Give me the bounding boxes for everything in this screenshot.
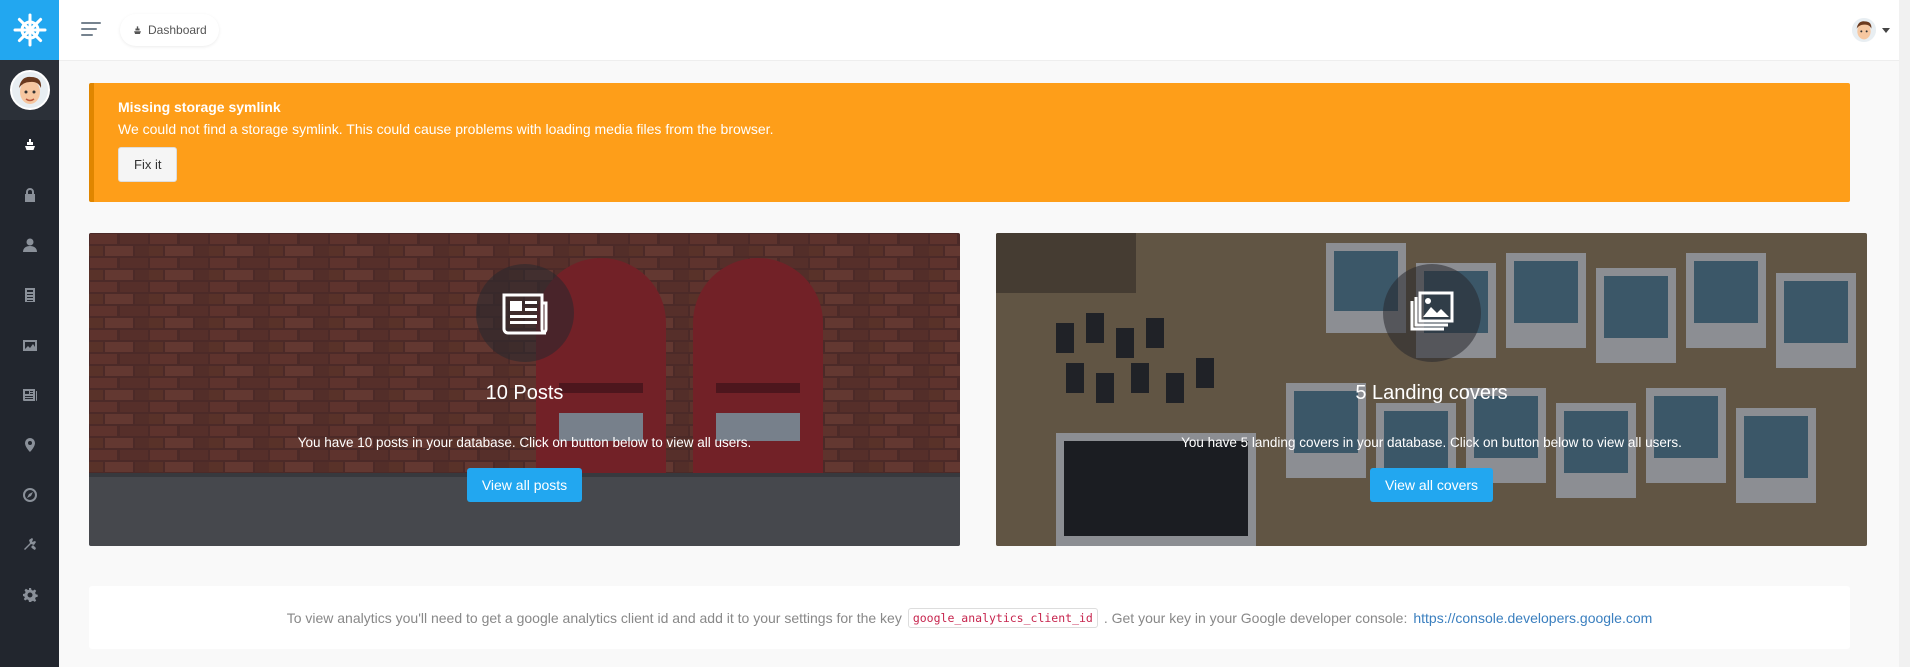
analytics-text-after: . Get your key in your Google developer … [1103, 609, 1408, 626]
posts-panel-content: 10 Posts You have 10 posts in your datab… [89, 233, 960, 546]
covers-count: 5 Landing covers [1355, 382, 1508, 404]
sidebar-item-posts[interactable] [0, 270, 59, 320]
view-all-posts-button[interactable]: View all posts [466, 468, 583, 502]
breadcrumb-label: Dashboard [148, 23, 207, 37]
google-console-link[interactable]: https://console.developers.google.com [1413, 610, 1652, 626]
boat-icon [134, 25, 141, 34]
helm-logo-icon[interactable] [0, 0, 59, 60]
sidebar-item-pages[interactable] [0, 370, 59, 420]
sidebar [0, 0, 59, 667]
sidebar-item-compass[interactable] [0, 470, 59, 520]
tools-icon [23, 538, 36, 550]
photo-stack-icon [1410, 291, 1453, 331]
sidebar-item-locations[interactable] [0, 420, 59, 470]
news-icon [22, 389, 37, 401]
hamburger-menu-icon[interactable] [81, 22, 101, 38]
fix-it-button[interactable]: Fix it [118, 147, 178, 182]
document-icon [24, 288, 35, 302]
chevron-down-icon [1882, 27, 1890, 33]
top-navbar: Dashboard [59, 0, 1910, 61]
avatar [9, 70, 50, 110]
boat-icon [24, 139, 35, 150]
breadcrumb[interactable]: Dashboard [120, 14, 219, 46]
posts-panel: 10 Posts You have 10 posts in your datab… [89, 233, 960, 546]
newspaper-icon [502, 293, 547, 335]
lock-icon [24, 188, 35, 202]
sidebar-item-users[interactable] [0, 220, 59, 270]
alert-title: Missing storage symlink [118, 99, 281, 115]
view-all-covers-button[interactable]: View all covers [1369, 468, 1494, 502]
analytics-notice: To view analytics you'll need to get a g… [89, 586, 1850, 649]
posts-count: 10 Posts [485, 382, 564, 404]
avatar [1852, 18, 1876, 42]
photo-icon [22, 340, 37, 351]
covers-panel-content: 5 Landing covers You have 5 landing cove… [996, 233, 1867, 546]
analytics-text: To view analytics you'll need to get a g… [286, 609, 902, 626]
sidebar-user[interactable] [0, 60, 59, 120]
scrollbar[interactable] [1899, 0, 1910, 667]
sidebar-item-media[interactable] [0, 320, 59, 370]
icon-circle [1382, 264, 1481, 362]
alert-text: We could not find a storage symlink. Thi… [118, 121, 774, 137]
icon-circle [475, 264, 574, 362]
covers-description: You have 5 landing covers in your databa… [1181, 435, 1682, 450]
sidebar-item-settings[interactable] [0, 570, 59, 620]
analytics-key-code: google_analytics_client_id [907, 607, 1098, 628]
user-menu[interactable] [1852, 18, 1890, 42]
compass-icon [22, 488, 37, 502]
location-icon [24, 438, 35, 452]
storage-symlink-alert: Missing storage symlink We could not fin… [89, 83, 1850, 202]
gear-icon [22, 588, 38, 602]
posts-description: You have 10 posts in your database. Clic… [297, 435, 752, 450]
sidebar-item-tools[interactable] [0, 520, 59, 570]
sidebar-nav [0, 120, 59, 620]
sidebar-item-lock[interactable] [0, 170, 59, 220]
sidebar-item-dashboard[interactable] [0, 120, 59, 170]
covers-panel: 5 Landing covers You have 5 landing cove… [996, 233, 1867, 546]
person-icon [22, 238, 37, 252]
